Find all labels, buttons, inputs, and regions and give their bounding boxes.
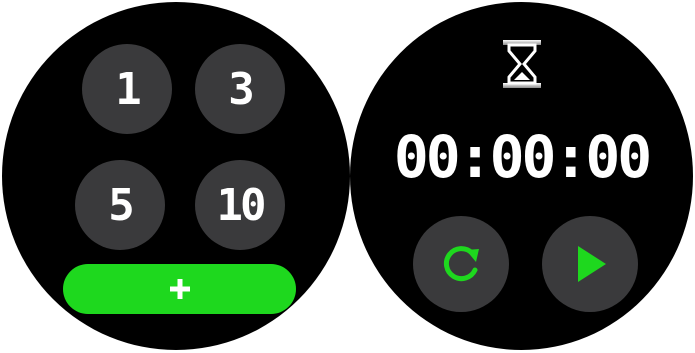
- timer-screen: 00:00:00: [350, 2, 693, 350]
- hourglass-icon: [503, 40, 541, 88]
- preset-3-button[interactable]: 3: [195, 44, 285, 134]
- timer-display: 00:00:00: [393, 123, 652, 191]
- preset-screen: 1 3 5 10: [2, 2, 350, 350]
- plus-icon: [169, 279, 190, 299]
- play-button[interactable]: [542, 216, 638, 312]
- play-icon: [578, 246, 606, 282]
- preset-5-button[interactable]: 5: [75, 160, 165, 250]
- reset-button[interactable]: [413, 216, 509, 312]
- add-preset-button[interactable]: [63, 264, 296, 314]
- restart-icon: [443, 246, 479, 282]
- preset-1-button[interactable]: 1: [82, 44, 172, 134]
- preset-10-button[interactable]: 10: [195, 160, 285, 250]
